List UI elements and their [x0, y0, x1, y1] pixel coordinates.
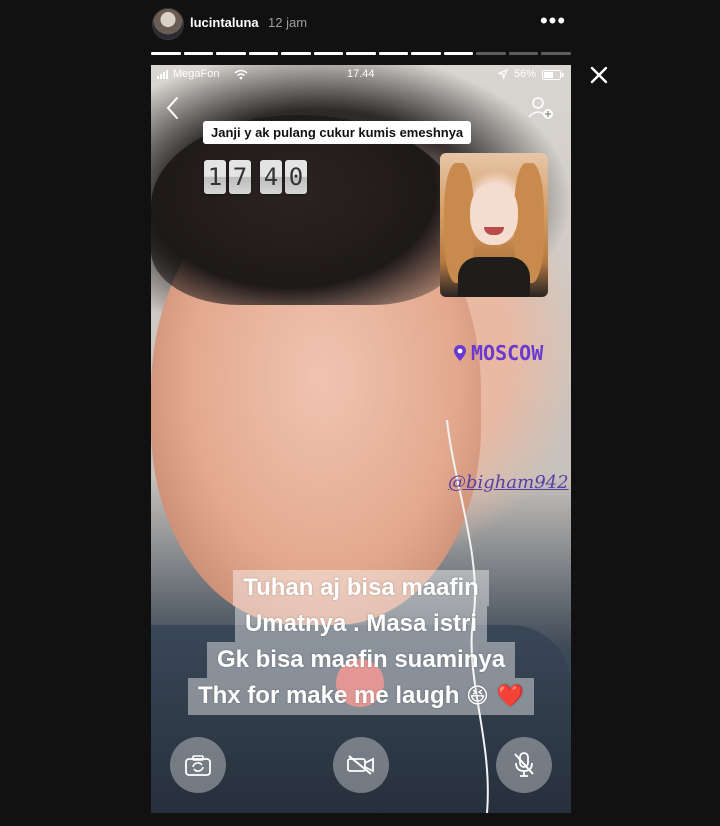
username[interactable]: lucintaluna	[190, 15, 259, 30]
story-progress-bar	[151, 52, 571, 55]
clock: 17.44	[347, 68, 375, 80]
mention-sticker[interactable]: @bigham942	[448, 472, 569, 493]
video-off-icon	[347, 755, 374, 775]
time-digit: 1	[204, 160, 226, 194]
avatar[interactable]	[152, 8, 184, 40]
progress-segment	[411, 52, 441, 55]
progress-segment	[183, 52, 214, 55]
time-digit: 4	[260, 160, 282, 194]
location-name: MOSCOW	[471, 341, 544, 365]
location-sticker[interactable]: MOSCOW	[453, 341, 543, 365]
back-button[interactable]	[163, 95, 183, 121]
progress-segment	[313, 52, 344, 55]
add-person-icon	[528, 97, 553, 119]
caption-line: Thx for make me laugh 😆 ❤️	[187, 678, 535, 715]
progress-segment	[508, 52, 539, 55]
flip-camera-button[interactable]	[170, 737, 226, 793]
camera-flip-icon	[185, 755, 211, 776]
progress-segment	[378, 52, 409, 55]
pip-face	[470, 183, 518, 245]
mic-off-icon	[514, 752, 534, 777]
progress-segment	[541, 52, 571, 55]
close-button[interactable]	[586, 62, 612, 88]
progress-segment	[346, 52, 376, 55]
more-options-button[interactable]: •••	[536, 10, 570, 36]
map-pin-icon	[454, 345, 466, 361]
location-arrow-icon	[498, 69, 508, 79]
chevron-left-icon	[166, 97, 178, 119]
battery-percentage: 56%	[514, 68, 537, 80]
post-timestamp: 12 jam	[268, 15, 308, 30]
progress-segment	[151, 52, 181, 55]
time-sticker: 1 7 4 0	[204, 160, 307, 194]
caption-line: Umatnya . Masa istri	[234, 606, 488, 642]
mute-button[interactable]	[496, 737, 552, 793]
battery-icon	[542, 70, 564, 80]
time-digit: 7	[229, 160, 251, 194]
progress-segment	[248, 52, 279, 55]
wifi-icon	[234, 69, 248, 80]
picture-in-picture-video[interactable]	[440, 153, 548, 297]
story-header: lucintaluna 12 jam •••	[0, 0, 720, 48]
story-media[interactable]: MegaFon 17.44 56% Janji y ak pulang cuku…	[151, 65, 571, 813]
progress-segment	[443, 52, 474, 55]
signal-icon	[157, 70, 168, 79]
story-viewer: lucintaluna 12 jam ••• MegaFon 17.44 56%…	[0, 0, 720, 826]
video-toggle-button[interactable]	[333, 737, 389, 793]
emoji: 😆 ❤️	[466, 684, 525, 709]
pip-body	[458, 257, 530, 297]
caption-line-text: Thx for make me laugh	[197, 682, 460, 709]
phone-status-bar: MegaFon 17.44 56%	[151, 65, 571, 85]
time-digit: 0	[285, 160, 307, 194]
carrier-name: MegaFon	[173, 68, 220, 80]
close-icon	[590, 66, 608, 84]
progress-segment	[281, 52, 311, 55]
add-participant-button[interactable]	[525, 93, 555, 123]
progress-segment	[216, 52, 246, 55]
ellipsis-icon: •••	[539, 8, 567, 33]
caption-line: Tuhan aj bisa maafin	[233, 570, 489, 606]
top-caption-sticker: Janji y ak pulang cukur kumis emeshnya	[203, 121, 472, 144]
caption-text-block: Tuhan aj bisa maafin Umatnya . Masa istr…	[163, 570, 559, 715]
caption-line: Gk bisa maafin suaminya	[206, 642, 516, 678]
progress-segment	[476, 52, 506, 55]
